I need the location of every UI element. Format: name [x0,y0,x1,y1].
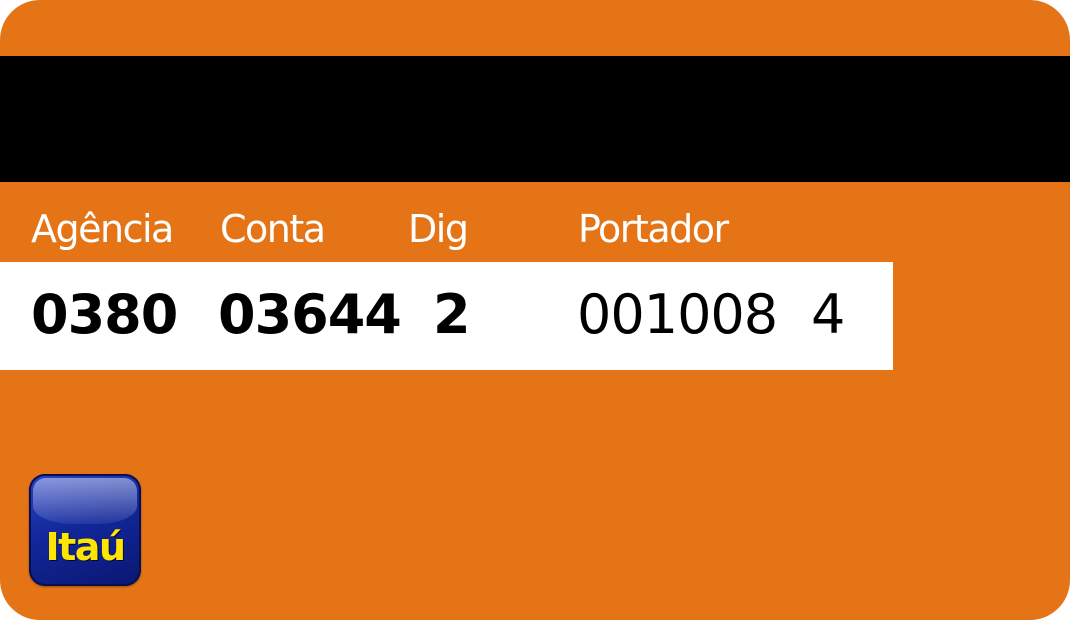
dig-label: Dig [408,207,469,251]
dig-value: 2 [433,283,471,346]
magnetic-stripe [0,56,1070,182]
itau-logo: Itaú [29,474,141,586]
bank-card: Agência Conta Dig Portador 0380 03644 2 … [0,0,1070,620]
logo-text: Itaú [45,525,127,569]
portador-digit-value: 4 [811,283,845,346]
logo-gloss [33,478,137,524]
conta-label: Conta [220,207,326,251]
conta-value: 03644 [218,283,402,346]
portador-number-value: 001008 [577,283,778,346]
portador-label: Portador [578,207,729,251]
agencia-label: Agência [31,207,174,251]
agencia-value: 0380 [31,283,178,346]
